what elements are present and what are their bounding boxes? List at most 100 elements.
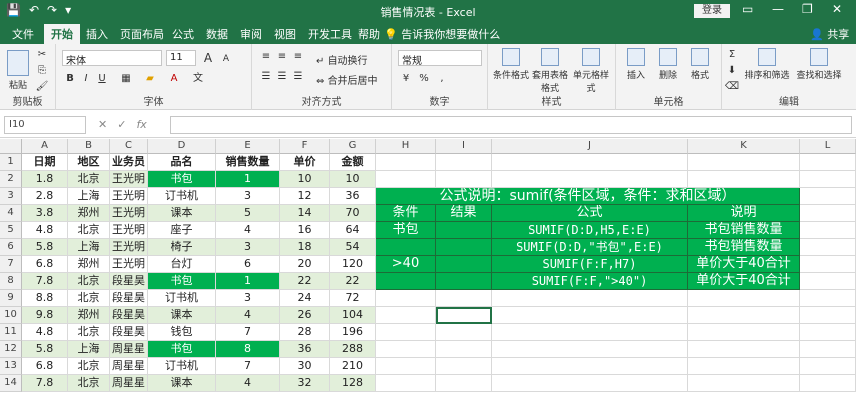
table-cell[interactable]: 3 <box>216 188 280 205</box>
grid-cell[interactable] <box>800 222 856 239</box>
grid-cell[interactable] <box>376 154 436 171</box>
explain-cell[interactable]: 单价大于40合计 <box>688 273 800 290</box>
table-cell[interactable]: 9.8 <box>22 307 68 324</box>
grid-cell[interactable] <box>800 188 856 205</box>
align-left-icon[interactable]: ☰ <box>258 70 274 84</box>
table-cell[interactable]: 18 <box>280 239 330 256</box>
insert-cells-button[interactable]: 插入 <box>622 48 650 81</box>
table-cell[interactable]: 座子 <box>148 222 216 239</box>
grid-cell[interactable] <box>800 256 856 273</box>
table-cell[interactable]: 8 <box>216 341 280 358</box>
grid-cell[interactable] <box>376 358 436 375</box>
table-cell[interactable]: 22 <box>280 273 330 290</box>
insert-function-icon[interactable]: fx <box>136 118 146 131</box>
row-header[interactable]: 10 <box>0 307 22 324</box>
table-cell[interactable]: 周星星 <box>110 341 148 358</box>
column-header[interactable]: K <box>688 139 800 154</box>
paste-button[interactable]: 粘贴 <box>6 50 30 91</box>
table-cell[interactable]: 7.8 <box>22 273 68 290</box>
table-cell[interactable]: 5 <box>216 205 280 222</box>
explain-cell[interactable]: 单价大于40合计 <box>688 256 800 273</box>
grid-cell[interactable] <box>436 154 492 171</box>
grid-cell[interactable] <box>492 341 688 358</box>
row-header[interactable]: 12 <box>0 341 22 358</box>
table-cell[interactable]: 10 <box>330 171 376 188</box>
conditional-format-button[interactable]: 条件格式 <box>492 48 530 81</box>
tab-page-layout[interactable]: 页面布局 <box>120 26 164 42</box>
table-cell[interactable]: 书包 <box>148 341 216 358</box>
bold-button[interactable]: B <box>62 72 78 86</box>
clear-icon[interactable]: ⌫ <box>724 80 740 94</box>
ribbon-options-icon[interactable]: ▭ <box>742 2 753 16</box>
grid-cell[interactable] <box>492 324 688 341</box>
table-cell[interactable]: 288 <box>330 341 376 358</box>
table-cell[interactable]: 7 <box>216 358 280 375</box>
table-header-cell[interactable]: 业务员 <box>110 154 148 171</box>
table-cell[interactable]: 课本 <box>148 375 216 392</box>
explain-cell[interactable] <box>436 256 492 273</box>
table-cell[interactable]: 120 <box>330 256 376 273</box>
grid-cell[interactable] <box>800 171 856 188</box>
table-cell[interactable]: 王光明 <box>110 222 148 239</box>
grid-cell[interactable] <box>688 341 800 358</box>
table-cell[interactable]: 24 <box>280 290 330 307</box>
table-cell[interactable]: 4.8 <box>22 324 68 341</box>
grid-cell[interactable] <box>800 273 856 290</box>
grid-cell[interactable] <box>800 358 856 375</box>
explain-header-cell[interactable]: 公式 <box>492 205 688 222</box>
wrap-text-button[interactable]: ↵ 自动换行 <box>316 52 368 67</box>
explain-cell[interactable]: SUMIF(D:D,H5,E:E) <box>492 222 688 239</box>
table-cell[interactable]: 北京 <box>68 375 110 392</box>
grid-cell[interactable] <box>688 324 800 341</box>
tab-developer[interactable]: 开发工具 <box>308 26 352 42</box>
table-cell[interactable]: 5.8 <box>22 239 68 256</box>
row-header[interactable]: 9 <box>0 290 22 307</box>
table-cell[interactable]: 北京 <box>68 358 110 375</box>
table-cell[interactable]: 周星星 <box>110 375 148 392</box>
table-cell[interactable]: 6.8 <box>22 256 68 273</box>
table-cell[interactable]: 26 <box>280 307 330 324</box>
table-cell[interactable]: 16 <box>280 222 330 239</box>
underline-button[interactable]: U <box>94 72 110 86</box>
grid-cell[interactable] <box>800 375 856 392</box>
row-header[interactable]: 1 <box>0 154 22 171</box>
table-cell[interactable]: 北京 <box>68 290 110 307</box>
table-cell[interactable]: 6 <box>216 256 280 273</box>
cancel-icon[interactable]: ✕ <box>98 118 107 131</box>
table-cell[interactable]: 6.8 <box>22 358 68 375</box>
grid-cell[interactable] <box>688 358 800 375</box>
table-cell[interactable]: 北京 <box>68 324 110 341</box>
tab-data[interactable]: 数据 <box>206 26 228 42</box>
table-cell[interactable]: 5.8 <box>22 341 68 358</box>
table-cell[interactable]: 20 <box>280 256 330 273</box>
tab-formulas[interactable]: 公式 <box>172 26 194 42</box>
row-header[interactable]: 4 <box>0 205 22 222</box>
grid-cell[interactable] <box>800 290 856 307</box>
grid-cell[interactable] <box>688 171 800 188</box>
find-select-button[interactable]: 查找和选择 <box>794 48 844 81</box>
tab-help[interactable]: 帮助 <box>358 26 380 42</box>
grid-cell[interactable] <box>800 341 856 358</box>
table-cell[interactable]: 上海 <box>68 239 110 256</box>
grid-cell[interactable] <box>436 307 492 324</box>
grid-cell[interactable] <box>492 307 688 324</box>
explain-cell[interactable]: 书包 <box>376 222 436 239</box>
table-cell[interactable]: 书包 <box>148 273 216 290</box>
explain-cell[interactable] <box>376 239 436 256</box>
column-header[interactable]: B <box>68 139 110 154</box>
explain-cell[interactable]: 书包销售数量 <box>688 239 800 256</box>
font-color-icon[interactable]: A <box>166 72 182 86</box>
grow-font-button[interactable]: A <box>200 51 216 65</box>
delete-cells-button[interactable]: 删除 <box>654 48 682 81</box>
table-cell[interactable]: 7.8 <box>22 375 68 392</box>
tab-review[interactable]: 审阅 <box>240 26 262 42</box>
align-right-icon[interactable]: ☰ <box>290 70 306 84</box>
grid-cell[interactable] <box>492 358 688 375</box>
name-box[interactable]: I10 <box>4 116 86 134</box>
table-cell[interactable]: 30 <box>280 358 330 375</box>
table-cell[interactable]: 椅子 <box>148 239 216 256</box>
row-header[interactable]: 13 <box>0 358 22 375</box>
format-painter-icon[interactable]: 🖌 <box>34 80 50 94</box>
explain-cell[interactable]: SUMIF(F:F,">40") <box>492 273 688 290</box>
grid-cell[interactable] <box>376 171 436 188</box>
